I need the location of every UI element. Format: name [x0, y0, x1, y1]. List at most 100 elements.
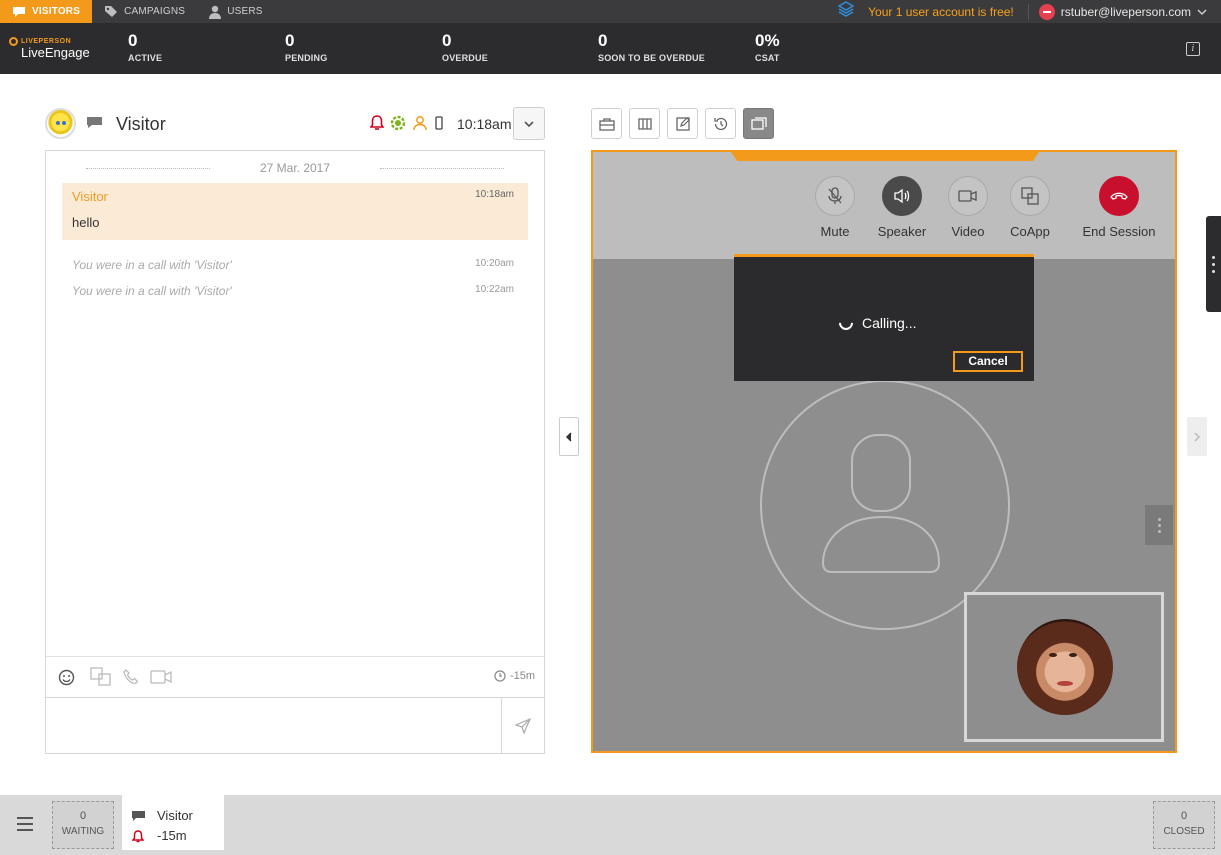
nav-campaigns-label: CAMPAIGNS: [124, 6, 186, 17]
phone-icon[interactable]: [123, 669, 140, 686]
conversation-time: 10:18am: [457, 116, 512, 132]
chevron-left-icon: [565, 431, 572, 442]
chat-bubble-icon: [87, 117, 102, 128]
conversation-header: Visitor 10:18am: [45, 105, 545, 141]
kpi-active[interactable]: 0 ACTIVE: [128, 32, 163, 64]
end-session-button[interactable]: End Session: [1079, 176, 1159, 239]
mic-muted-icon: [815, 176, 855, 216]
menu-icon[interactable]: [17, 817, 33, 831]
kpi-csat[interactable]: 0% CSAT: [755, 31, 780, 64]
bell-alert-icon: [370, 115, 384, 130]
nav-campaigns[interactable]: CAMPAIGNS: [92, 0, 197, 23]
tool-video-button[interactable]: [743, 108, 774, 139]
coapp-button[interactable]: CoApp: [1000, 176, 1060, 239]
waiting-counter[interactable]: 0 WAITING: [52, 801, 114, 849]
nav-users-label: USERS: [227, 6, 263, 17]
waiting-label: WAITING: [61, 826, 105, 837]
nav-visitors[interactable]: VISITORS: [0, 0, 93, 23]
send-button[interactable]: [501, 697, 544, 753]
chevron-right-icon: [1194, 431, 1201, 442]
visitor-user-icon: [413, 116, 427, 131]
collapse-right-button[interactable]: [1187, 417, 1207, 456]
coapp-icon[interactable]: [90, 667, 112, 687]
chevron-down-icon: [524, 120, 534, 127]
mute-button[interactable]: Mute: [805, 176, 865, 239]
layers-icon[interactable]: [837, 1, 855, 22]
cancel-call-button[interactable]: Cancel: [953, 351, 1023, 372]
emoji-icon[interactable]: [58, 669, 75, 686]
chevron-down-icon[interactable]: [1197, 3, 1207, 21]
date-separator: 27 Mar. 2017: [86, 161, 504, 175]
nav-visitors-label: VISITORS: [32, 6, 81, 17]
engagement-badge-icon: [390, 115, 406, 131]
cobrowse-icon: [637, 117, 652, 130]
tool-cobrowse-button[interactable]: [629, 108, 660, 139]
kpi-value: 0: [285, 31, 295, 50]
top-right-area: Your 1 user account is free! rstuber@liv…: [837, 0, 1207, 23]
conversation-menu-button[interactable]: [513, 107, 545, 140]
speaker-button[interactable]: Speaker: [872, 176, 932, 239]
coapp-label: CoApp: [1010, 224, 1050, 239]
video-call-panel: Mute Speaker Video CoApp End Session Cal…: [591, 150, 1177, 753]
tool-history-button[interactable]: [705, 108, 736, 139]
tool-notes-button[interactable]: [667, 108, 698, 139]
tab-visitor-name: Visitor: [157, 808, 193, 823]
briefcase-icon: [598, 117, 615, 131]
mute-label: Mute: [820, 224, 850, 239]
clock-icon: [494, 670, 506, 682]
free-account-message[interactable]: Your 1 user account is free!: [868, 5, 1014, 19]
mobile-device-icon: [435, 116, 443, 130]
chat-bubble-icon: [132, 811, 145, 821]
closed-counter[interactable]: 0 CLOSED: [1153, 801, 1215, 849]
self-view-video[interactable]: [964, 592, 1164, 742]
closed-label: CLOSED: [1163, 826, 1205, 837]
kpi-label: OVERDUE: [442, 53, 488, 63]
kpi-value: 0: [598, 31, 608, 50]
message-input[interactable]: [46, 697, 502, 753]
info-icon[interactable]: i: [1186, 42, 1200, 56]
top-nav: VISITORS CAMPAIGNS USERS Your 1 user acc…: [0, 0, 1221, 23]
speaker-label: Speaker: [877, 224, 927, 239]
kpi-soon-overdue[interactable]: 0 SOON TO BE OVERDUE: [598, 31, 705, 64]
chat-bubble-icon: [12, 6, 26, 18]
system-message: You were in a call with 'Visitor' 10:20a…: [72, 258, 516, 272]
video-button[interactable]: Video: [938, 176, 998, 239]
video-options-toggle[interactable]: [1145, 505, 1173, 545]
loading-spinner-icon: [836, 313, 856, 333]
message-sender: Visitor: [72, 189, 108, 204]
conversation-tab[interactable]: Visitor -15m: [122, 795, 224, 850]
liveengage-logo: LIVEPERSON LiveEngage: [9, 37, 90, 60]
system-message: You were in a call with 'Visitor' 10:22a…: [72, 284, 516, 298]
panel-handle: [731, 152, 1039, 161]
system-message-text: You were in a call with 'Visitor': [72, 258, 232, 272]
kpi-label: ACTIVE: [128, 53, 163, 63]
system-message-time: 10:22am: [475, 284, 514, 295]
kpi-label: CSAT: [755, 53, 780, 63]
end-session-label: End Session: [1082, 224, 1156, 239]
kpi-bar: LIVEPERSON LiveEngage 0 ACTIVE 0 PENDING…: [0, 23, 1221, 74]
tool-briefcase-button[interactable]: [591, 108, 622, 139]
user-email[interactable]: rstuber@liveperson.com: [1061, 5, 1191, 19]
tag-icon: [104, 5, 118, 18]
widget-toolbar: [591, 108, 774, 139]
calling-dialog: Calling... Cancel: [734, 254, 1034, 381]
kpi-value: 0: [442, 31, 452, 50]
collapse-left-button[interactable]: [559, 417, 579, 456]
video-camera-icon[interactable]: [150, 670, 173, 684]
divider: [1027, 3, 1029, 20]
kpi-overdue[interactable]: 0 OVERDUE: [442, 31, 488, 64]
conversation-timer: -15m: [494, 670, 535, 682]
user-status-icon[interactable]: [1038, 3, 1055, 20]
side-panel-toggle[interactable]: [1206, 216, 1221, 312]
nav-users[interactable]: USERS: [197, 0, 274, 23]
liveperson-logo-icon: [9, 37, 18, 46]
kpi-label: PENDING: [285, 53, 328, 63]
kpi-value: 0%: [755, 31, 780, 50]
kpi-pending[interactable]: 0 PENDING: [285, 31, 328, 64]
video-camera-icon: [948, 176, 988, 216]
chat-toolbar: -15m: [46, 656, 544, 697]
chat-message: Visitor 10:18am hello: [62, 183, 528, 240]
coapp-icon: [1010, 176, 1050, 216]
timer-value: -15m: [509, 670, 535, 682]
user-icon: [209, 5, 222, 19]
